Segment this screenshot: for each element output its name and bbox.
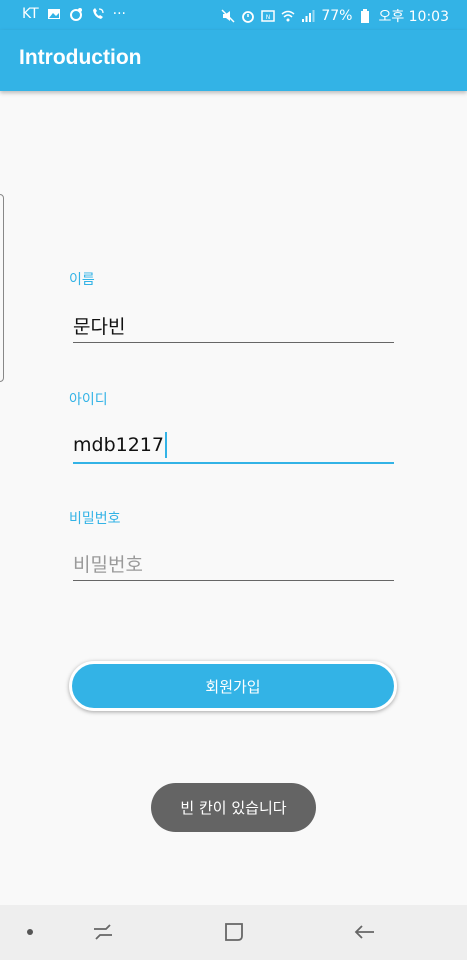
status-bar: KT ··· N 77% 오후 10:03	[0, 0, 467, 30]
signup-button-label: 회원가입	[205, 677, 261, 696]
app-bar: Introduction	[0, 30, 467, 91]
more-notifications: ···	[112, 6, 127, 22]
carrier-label: KT	[22, 6, 39, 22]
toast-message: 빈 칸이 있습니다	[151, 783, 316, 832]
password-label: 비밀번호	[69, 511, 121, 527]
nfc-icon: N	[261, 10, 276, 22]
signal-icon	[302, 10, 315, 22]
status-right: N 77% 오후 10:03	[221, 6, 449, 26]
back-icon[interactable]	[352, 919, 378, 945]
recent-apps-icon[interactable]	[90, 919, 116, 945]
page-title: Introduction	[19, 46, 142, 69]
id-field-value: mdb1217	[73, 434, 164, 456]
wifi-icon	[281, 10, 295, 22]
name-label: 이름	[69, 272, 95, 288]
image-icon	[47, 9, 60, 19]
navigation-bar	[0, 905, 467, 960]
mute-icon	[221, 9, 235, 23]
home-icon[interactable]	[221, 919, 247, 945]
password-field[interactable]: 비밀번호	[73, 546, 394, 581]
toast-text: 빈 칸이 있습니다	[180, 799, 287, 817]
password-field-placeholder: 비밀번호	[73, 553, 143, 576]
id-label: 아이디	[69, 392, 108, 408]
svg-text:N: N	[266, 14, 271, 21]
signup-button[interactable]: 회원가입	[69, 661, 397, 711]
battery-percent: 77%	[321, 8, 353, 24]
wifi-calling-icon	[92, 8, 104, 19]
battery-icon	[361, 9, 370, 23]
status-left: KT ···	[22, 6, 126, 22]
dot-icon[interactable]	[27, 929, 33, 935]
alarm-icon	[242, 11, 255, 23]
sync-icon	[69, 8, 82, 21]
id-field[interactable]: mdb1217	[73, 428, 394, 464]
text-cursor	[164, 432, 167, 458]
name-field-value: 문다빈	[73, 315, 126, 338]
edge-panel-handle[interactable]	[0, 194, 4, 382]
clock: 오후 10:03	[378, 9, 449, 25]
name-field[interactable]: 문다빈	[73, 308, 394, 343]
